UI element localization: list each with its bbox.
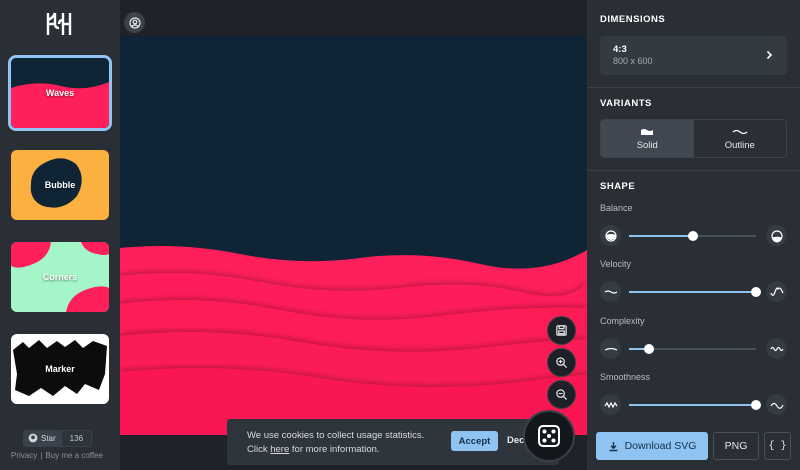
wave-preview-canvas <box>120 36 587 435</box>
zoom-in-button[interactable] <box>547 348 576 377</box>
download-svg-button[interactable]: Download SVG <box>596 432 708 460</box>
smoothness-track[interactable] <box>629 400 761 410</box>
velocity-knob[interactable] <box>751 287 761 297</box>
shape-thumb-label: Bubble <box>44 180 76 190</box>
balance-slider <box>600 225 787 247</box>
accept-cookies-button[interactable]: Accept <box>451 431 498 451</box>
smoothness-label: Smoothness <box>600 372 651 382</box>
cookie-line-2: for more information. <box>291 444 380 455</box>
smoothness-slider <box>600 394 787 416</box>
shape-thumb-label: Marker <box>45 364 75 374</box>
solid-wave-icon <box>641 128 654 135</box>
velocity-low-icon[interactable] <box>600 281 621 302</box>
shape-thumb-marker[interactable]: Marker <box>11 334 109 404</box>
save-icon <box>555 324 568 337</box>
github-star-count[interactable]: 136 <box>60 430 93 447</box>
velocity-slider <box>600 281 787 303</box>
balance-low-icon[interactable] <box>600 225 621 246</box>
section-divider <box>587 87 800 88</box>
cookie-banner: We use cookies to collect usage statisti… <box>227 419 559 465</box>
dimensions-selector[interactable]: 4:3 800 x 600 <box>600 36 787 75</box>
buy-me-a-coffee-link[interactable]: Buy me a coffee <box>45 451 103 460</box>
dice-icon <box>536 423 562 449</box>
github-star-label: Star <box>41 434 56 443</box>
cookie-message: We use cookies to collect usage statisti… <box>247 429 424 457</box>
copy-code-button[interactable]: { } <box>764 432 791 460</box>
variant-label: Outline <box>724 139 755 151</box>
footer-links: Privacy | Buy me a coffee <box>11 451 103 460</box>
privacy-link[interactable]: Privacy <box>11 451 37 460</box>
export-png-button[interactable]: PNG <box>713 432 759 460</box>
velocity-high-icon[interactable] <box>766 281 787 302</box>
save-preset-button[interactable] <box>547 316 576 345</box>
settings-panel: DIMENSIONS 4:3 800 x 600 VARIANTS Solid … <box>587 0 800 470</box>
complexity-slider <box>600 338 787 360</box>
smoothness-high-icon[interactable] <box>766 394 787 415</box>
section-divider <box>587 170 800 171</box>
shape-title: SHAPE <box>600 181 636 192</box>
smoothness-low-icon[interactable] <box>600 394 621 415</box>
balance-knob[interactable] <box>687 231 698 241</box>
zoom-out-icon <box>555 388 568 401</box>
user-icon <box>128 16 141 29</box>
variant-outline[interactable]: Outline <box>694 120 787 157</box>
dimensions-ratio: 4:3 <box>613 44 627 55</box>
randomize-button[interactable] <box>523 410 575 462</box>
account-button[interactable] <box>124 12 145 33</box>
complexity-high-icon[interactable] <box>766 338 787 359</box>
footer-separator: | <box>40 451 43 460</box>
zoom-out-button[interactable] <box>547 380 576 409</box>
complexity-label: Complexity <box>600 316 645 326</box>
download-svg-label: Download SVG <box>624 440 697 452</box>
shape-thumb-label: Corners <box>42 272 78 282</box>
cookie-line-1: We use cookies to collect usage statisti… <box>247 430 425 441</box>
zoom-in-icon <box>555 356 568 369</box>
balance-high-icon[interactable] <box>766 225 787 246</box>
slider-fill <box>629 235 693 237</box>
download-icon <box>609 441 618 451</box>
shape-thumb-bubble[interactable]: Bubble <box>11 150 109 220</box>
variant-solid[interactable]: Solid <box>601 120 694 157</box>
complexity-track[interactable] <box>629 344 756 354</box>
balance-label: Balance <box>600 203 633 213</box>
variants-title: VARIANTS <box>600 98 652 109</box>
github-star-widget: Star 136 <box>23 430 93 447</box>
slider-fill <box>629 291 756 293</box>
variant-label: Solid <box>636 139 658 151</box>
balance-track[interactable] <box>629 231 756 241</box>
complexity-low-icon[interactable] <box>600 338 621 359</box>
cookie-info-link[interactable]: here <box>270 444 289 455</box>
shape-thumb-label: Waves <box>45 88 75 98</box>
shape-thumb-waves[interactable]: Waves <box>8 55 112 131</box>
github-icon <box>28 433 38 445</box>
dimensions-size: 800 x 600 <box>613 56 653 66</box>
outline-wave-icon <box>732 129 748 134</box>
preview-area <box>120 0 587 470</box>
chevron-right-icon <box>766 50 773 60</box>
velocity-track[interactable] <box>629 287 761 297</box>
haikei-logo <box>45 10 73 38</box>
smoothness-knob[interactable] <box>751 400 761 410</box>
velocity-label: Velocity <box>600 259 632 269</box>
shape-sidebar: Waves Bubble Corners Marker Star 136 Pri… <box>0 0 120 470</box>
variant-toggle: Solid Outline <box>600 119 787 158</box>
github-star-button[interactable]: Star <box>23 430 61 447</box>
cookie-click-text: Click <box>247 444 268 455</box>
slider-fill <box>629 404 756 406</box>
shape-thumb-corners[interactable]: Corners <box>11 242 109 312</box>
complexity-knob[interactable] <box>644 344 655 354</box>
dimensions-title: DIMENSIONS <box>600 14 666 25</box>
